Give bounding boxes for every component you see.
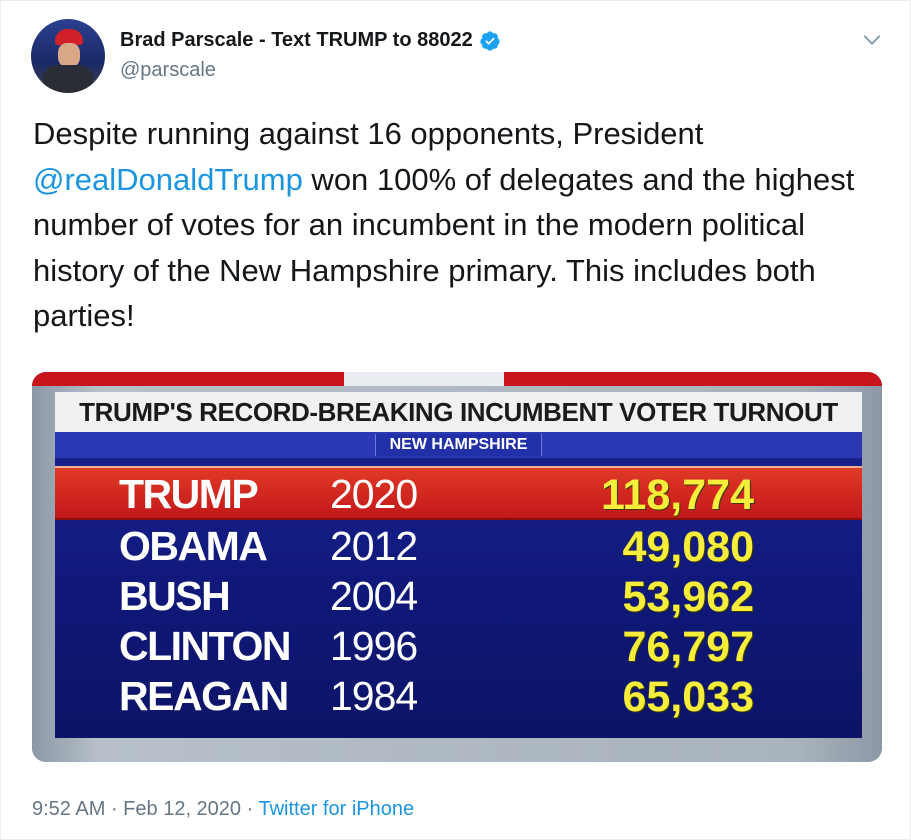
- tweet-card: Brad Parscale - Text TRUMP to 88022 @par…: [0, 0, 911, 840]
- candidate-year: 2012: [330, 523, 418, 569]
- tweet-source-link[interactable]: Twitter for iPhone: [258, 798, 414, 820]
- image-white-strip: [344, 372, 504, 386]
- graphic-subtitle-bar: NEW HAMPSHIRE: [55, 432, 862, 458]
- author-name[interactable]: Brad Parscale - Text TRUMP to 88022: [120, 29, 501, 52]
- results-row: REAGAN 1984 65,033: [55, 670, 862, 721]
- candidate-year: 1984: [330, 673, 418, 719]
- candidate-name: BUSH: [119, 573, 231, 619]
- results-row: CLINTON 1996 76,797: [55, 620, 862, 671]
- tweet-image[interactable]: TRUMP'S RECORD-BREAKING INCUMBENT VOTER …: [32, 372, 882, 762]
- candidate-votes: 49,080: [622, 523, 754, 571]
- avatar[interactable]: [31, 19, 105, 93]
- results-row: TRUMP 2020 118,774: [55, 466, 862, 520]
- candidate-votes: 65,033: [622, 673, 754, 721]
- graphic-subtitle: NEW HAMPSHIRE: [374, 434, 543, 456]
- avatar-face: [58, 43, 80, 67]
- candidate-year: 1996: [330, 623, 418, 669]
- tweet-text: Despite running against 16 opponents, Pr…: [33, 111, 893, 339]
- results-row: BUSH 2004 53,962: [55, 570, 862, 621]
- tweet-footer: 9:52 AM · Feb 12, 2020 · Twitter for iPh…: [32, 798, 414, 821]
- verified-badge-icon: [480, 30, 500, 51]
- mention-link[interactable]: @realDonaldTrump: [33, 162, 303, 197]
- graphic-title: TRUMP'S RECORD-BREAKING INCUMBENT VOTER …: [55, 392, 862, 432]
- candidate-name: TRUMP: [119, 471, 259, 517]
- chevron-down-icon[interactable]: [861, 29, 883, 51]
- author-handle[interactable]: @parscale: [120, 59, 216, 82]
- tweet-date[interactable]: Feb 12, 2020: [123, 798, 241, 820]
- tweet-time[interactable]: 9:52 AM: [32, 798, 105, 820]
- footer-separator: ·: [105, 798, 124, 820]
- candidate-name: CLINTON: [119, 623, 291, 669]
- results-board: TRUMP 2020 118,774 OBAMA 2012 49,080 BUS…: [55, 458, 862, 738]
- candidate-votes: 118,774: [600, 471, 754, 519]
- avatar-suit: [43, 65, 93, 93]
- tweet-text-before: Despite running against 16 opponents, Pr…: [33, 116, 704, 151]
- candidate-year: 2020: [330, 471, 418, 517]
- candidate-name: REAGAN: [119, 673, 289, 719]
- author-name-text[interactable]: Brad Parscale - Text TRUMP to 88022: [120, 29, 473, 52]
- candidate-year: 2004: [330, 573, 418, 619]
- candidate-name: OBAMA: [119, 523, 268, 569]
- footer-separator: ·: [241, 798, 259, 820]
- candidate-votes: 76,797: [622, 623, 754, 671]
- candidate-votes: 53,962: [622, 573, 754, 621]
- results-row: OBAMA 2012 49,080: [55, 520, 862, 571]
